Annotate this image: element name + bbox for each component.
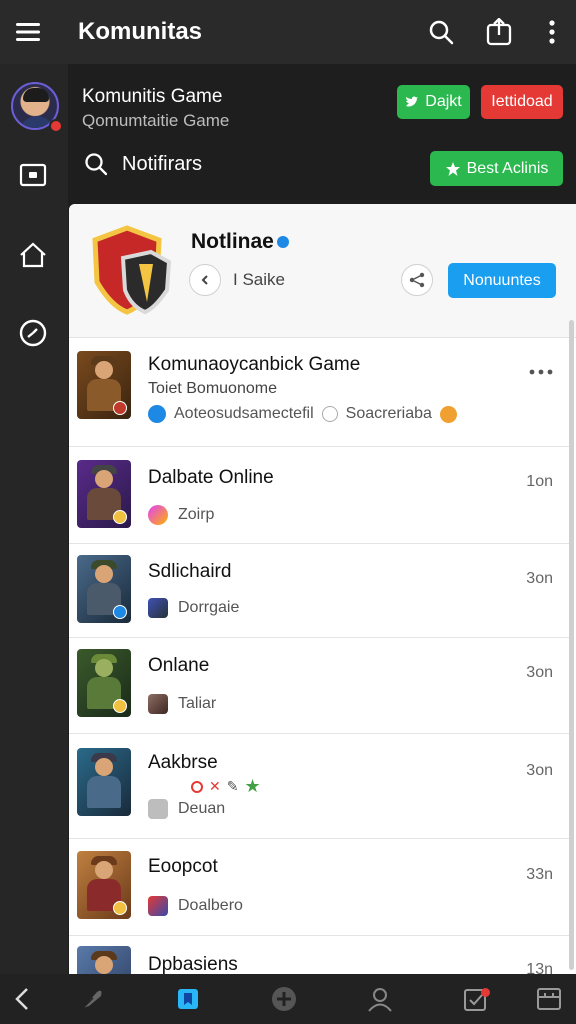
best-admins-button[interactable]: Best Aclinis (430, 151, 563, 186)
game-thumbnail (77, 946, 131, 974)
app-icon (148, 896, 168, 916)
game-thumbnail (77, 351, 131, 419)
item-time: 13n (526, 961, 553, 974)
item-time: 3on (526, 570, 553, 587)
bookmark-icon[interactable] (140, 974, 236, 1024)
item-sub: Dorrgaie (148, 598, 239, 618)
item-title: Onlane (148, 655, 210, 676)
verified-icon (276, 236, 289, 248)
item-title: Aakbrse (148, 752, 218, 773)
home-icon[interactable] (14, 236, 52, 274)
community-name: Komunitis Game (82, 86, 223, 107)
clock-icon[interactable] (14, 314, 52, 352)
app-icon (148, 598, 168, 618)
notifications-card: Notlinae I Saike Nonuuntes (69, 204, 576, 338)
share-icon[interactable] (470, 0, 528, 64)
app-icon (148, 505, 168, 525)
item-sub: Deuan (148, 799, 225, 819)
content-panel: Notlinae I Saike Nonuuntes Komunaoycanbi… (69, 204, 576, 974)
back-icon[interactable] (0, 974, 44, 1024)
list-item[interactable]: Komunaoycanbick Game Toiet Bomuonome Aot… (69, 338, 569, 447)
list-item[interactable]: Onlane Taliar 3on (69, 638, 569, 734)
game-thumbnail (77, 460, 131, 528)
more-horizontal-icon[interactable] (529, 362, 553, 380)
reaction-icons: ✕ ✎ ★ (191, 776, 261, 797)
notifications-search[interactable]: Notifirars (84, 152, 202, 176)
tasks-icon[interactable] (428, 974, 524, 1024)
game-thumbnail (77, 851, 131, 919)
community-header: Komunitis Game Qomumtaitie Game Dajkt Ie… (68, 64, 576, 204)
top-app-bar: Komunitas (0, 0, 576, 64)
more-vertical-icon[interactable] (528, 0, 576, 64)
scrollbar[interactable] (569, 320, 574, 970)
item-sub: Taliar (148, 694, 216, 714)
bottom-nav (0, 974, 576, 1024)
item-sub: Doalbero (148, 896, 243, 916)
item-time: 33n (526, 866, 553, 883)
item-title: Dalbate Online (148, 467, 274, 488)
profile-icon[interactable] (332, 974, 428, 1024)
item-title: Komunaoycanbick Game (148, 354, 361, 375)
community-subtitle: Qomumtaitie Game (82, 111, 230, 130)
notification-badge (49, 119, 63, 133)
search-label: Notifirars (122, 152, 203, 175)
left-rail (0, 64, 68, 974)
inbox-icon[interactable] (524, 974, 574, 1024)
sword-icon (148, 694, 168, 714)
report-button[interactable]: Iettidoad (481, 85, 563, 119)
item-time: 3on (526, 762, 553, 779)
twitter-icon (406, 96, 419, 107)
star-icon: ★ (244, 776, 261, 796)
search-icon[interactable] (412, 0, 470, 64)
search-icon (85, 153, 108, 176)
list-item[interactable]: Dpbasiens 13n (69, 936, 569, 974)
list-item[interactable]: Eoopcot Doalbero 33n (69, 839, 569, 936)
menu-icon[interactable] (0, 0, 56, 64)
item-time: 3on (526, 664, 553, 681)
app-title: Komunitas (78, 18, 203, 45)
badge-icon (439, 405, 457, 423)
feather-icon[interactable] (44, 974, 140, 1024)
add-icon[interactable] (236, 974, 332, 1024)
card-pill[interactable]: I Saike (189, 264, 285, 296)
tool-icon: ✎ (226, 778, 239, 794)
card-title: Notlinae (191, 230, 289, 254)
star-icon (445, 161, 460, 176)
app-icon (148, 799, 168, 819)
chevron-left-icon (189, 264, 221, 296)
item-time: 1on (526, 473, 553, 490)
daily-button[interactable]: Dajkt (397, 85, 470, 119)
game-thumbnail (77, 555, 131, 623)
item-sub: Zoirp (148, 505, 214, 525)
app-root: Komunitas Komunitis Game Qomumtaitie Gam… (0, 0, 576, 1024)
game-thumbnail (77, 649, 131, 717)
item-title: Sdlichaird (148, 561, 232, 582)
game-logo-icon (87, 222, 175, 318)
cross-icon: ✕ (209, 778, 221, 794)
share-icon[interactable] (401, 264, 433, 296)
notify-button[interactable]: Nonuuntes (448, 263, 556, 298)
item-sub: Aoteosudsamectefil Soacreriaba (148, 405, 457, 423)
verified-icon (148, 405, 166, 423)
item-line2: Toiet Bomuonome (148, 380, 277, 397)
list-item[interactable]: Dalbate Online Zoirp 1on (69, 447, 569, 544)
game-thumbnail (77, 748, 131, 816)
info-icon (321, 406, 338, 422)
list-item[interactable]: Aakbrse ✕ ✎ ★ Deuan 3on (69, 734, 569, 839)
notification-dot (481, 988, 490, 997)
item-title: Eoopcot (148, 856, 218, 877)
ring-icon (191, 780, 203, 793)
list-item[interactable]: Sdlichaird Dorrgaie 3on (69, 544, 569, 638)
tv-icon[interactable] (14, 156, 52, 194)
item-title: Dpbasiens (148, 954, 238, 974)
game-list: Komunaoycanbick Game Toiet Bomuonome Aot… (69, 338, 569, 974)
